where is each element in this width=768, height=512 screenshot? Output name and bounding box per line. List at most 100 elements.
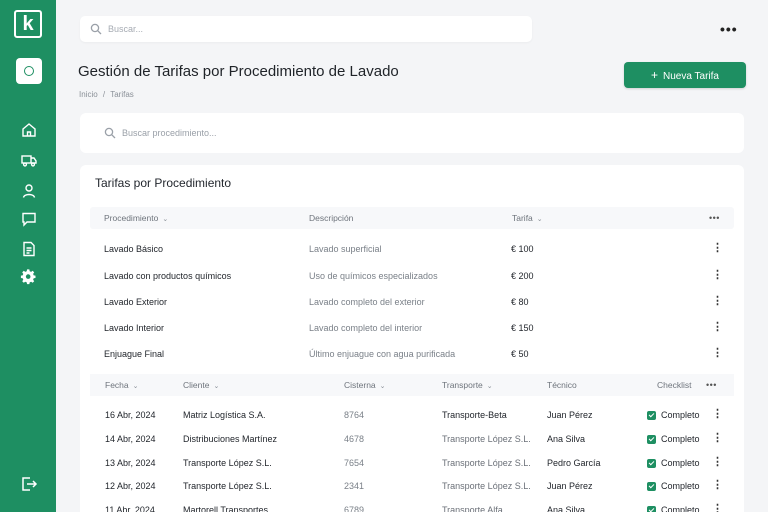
checklist-checkbox[interactable] bbox=[647, 435, 656, 444]
tariff-description: Lavado superficial bbox=[309, 244, 382, 254]
service-transport: Transporte López S.L. bbox=[442, 434, 531, 444]
tariff-description: Lavado completo del exterior bbox=[309, 297, 425, 307]
service-tank: 6789 bbox=[344, 505, 365, 512]
page-title: Gestión de Tarifas por Procedimiento de … bbox=[78, 63, 399, 80]
app-logo[interactable]: k bbox=[14, 10, 42, 38]
checklist-status: Completo bbox=[661, 458, 700, 468]
service-client: Transporte López S.L. bbox=[183, 481, 272, 491]
header-tank-label: Cisterna bbox=[344, 380, 376, 390]
service-client: Matriz Logística S.A. bbox=[183, 410, 266, 420]
service-tank: 8764 bbox=[344, 410, 365, 420]
row-menu-icon[interactable]: ⋮ bbox=[712, 348, 723, 359]
checklist-status: Completo bbox=[661, 505, 700, 512]
breadcrumb-current: Tarifas bbox=[110, 90, 134, 99]
table-options-icon[interactable]: ••• bbox=[706, 380, 717, 390]
service-date: 13 Abr, 2024 bbox=[105, 458, 156, 468]
checklist-checkbox[interactable] bbox=[647, 482, 656, 491]
checklist-status: Completo bbox=[661, 410, 700, 420]
card-title: Tarifas por Procedimiento bbox=[95, 176, 232, 190]
new-tariff-label: Nueva Tarifa bbox=[663, 71, 719, 82]
tariff-procedure: Lavado Exterior bbox=[104, 297, 168, 307]
checklist-checkbox[interactable] bbox=[647, 506, 656, 512]
home-icon[interactable] bbox=[20, 121, 38, 139]
avatar[interactable] bbox=[16, 58, 42, 84]
row-menu-icon[interactable]: ⋮ bbox=[712, 296, 723, 307]
header-procedure-label: Procedimiento bbox=[104, 213, 159, 223]
tariff-table-header bbox=[90, 207, 734, 229]
service-tank: 2341 bbox=[344, 481, 365, 491]
column-header-description: Descripción bbox=[309, 213, 354, 223]
tariff-description: Último enjuague con agua purificada bbox=[309, 349, 456, 359]
chat-icon[interactable] bbox=[20, 210, 38, 228]
checklist-status: Completo bbox=[661, 434, 700, 444]
tariff-value: € 50 bbox=[511, 349, 529, 359]
header-tariff-label: Tarifa bbox=[512, 213, 533, 223]
row-menu-icon[interactable]: ⋮ bbox=[712, 457, 723, 468]
chevron-down-icon: ⌄ bbox=[379, 383, 386, 390]
global-search[interactable] bbox=[80, 16, 532, 42]
user-icon[interactable] bbox=[20, 182, 38, 200]
tariff-procedure: Enjuague Final bbox=[104, 349, 165, 359]
logout-icon[interactable] bbox=[20, 475, 38, 493]
plus-icon: + bbox=[651, 68, 659, 82]
service-technician: Ana Silva bbox=[547, 434, 586, 444]
service-technician: Juan Pérez bbox=[547, 481, 593, 491]
service-technician: Ana Silva bbox=[547, 505, 586, 512]
service-tank: 4678 bbox=[344, 434, 365, 444]
row-menu-icon[interactable]: ⋮ bbox=[712, 409, 723, 420]
service-technician: Juan Pérez bbox=[547, 410, 593, 420]
column-header-transport[interactable]: Transporte ⌄ bbox=[442, 380, 493, 390]
column-header-tariff[interactable]: Tarifa ⌄ bbox=[512, 213, 543, 223]
global-search-input[interactable] bbox=[108, 20, 508, 38]
new-tariff-button[interactable]: + Nueva Tarifa bbox=[624, 62, 746, 88]
service-date: 11 Abr, 2024 bbox=[105, 505, 155, 512]
column-header-procedure[interactable]: Procedimiento ⌄ bbox=[104, 213, 168, 223]
truck-icon[interactable] bbox=[20, 151, 38, 169]
tariff-procedure: Lavado Interior bbox=[104, 323, 165, 333]
checklist-checkbox[interactable] bbox=[647, 459, 656, 468]
row-menu-icon[interactable]: ⋮ bbox=[712, 504, 723, 512]
chevron-down-icon: ⌄ bbox=[162, 216, 169, 223]
header-client-label: Cliente bbox=[183, 380, 210, 390]
service-transport: Transporte López S.L. bbox=[442, 458, 531, 468]
table-options-icon[interactable]: ••• bbox=[709, 213, 720, 223]
tariff-value: € 200 bbox=[511, 271, 534, 281]
tariff-value: € 150 bbox=[511, 323, 534, 333]
header-transport-label: Transporte bbox=[442, 380, 483, 390]
procedure-search[interactable] bbox=[80, 113, 744, 153]
row-menu-icon[interactable]: ⋮ bbox=[712, 433, 723, 444]
procedure-search-input[interactable] bbox=[122, 124, 622, 142]
row-menu-icon[interactable]: ⋮ bbox=[712, 270, 723, 281]
tariff-value: € 100 bbox=[511, 244, 534, 254]
column-header-client[interactable]: Cliente ⌄ bbox=[183, 380, 219, 390]
chevron-down-icon: ⌄ bbox=[213, 383, 220, 390]
tariff-procedure: Lavado Básico bbox=[104, 244, 164, 254]
row-menu-icon[interactable]: ⋮ bbox=[712, 480, 723, 491]
invoice-icon[interactable] bbox=[20, 240, 38, 258]
more-options-icon[interactable]: ••• bbox=[720, 22, 738, 36]
breadcrumb: Inicio / Tarifas bbox=[79, 90, 134, 99]
breadcrumb-separator: / bbox=[102, 90, 106, 99]
header-date-label: Fecha bbox=[105, 380, 129, 390]
row-menu-icon[interactable]: ⋮ bbox=[712, 243, 723, 254]
service-client: Martorell Transportes bbox=[183, 505, 269, 512]
column-header-date[interactable]: Fecha ⌄ bbox=[105, 380, 139, 390]
service-technician: Pedro García bbox=[547, 458, 601, 468]
column-header-tank[interactable]: Cisterna ⌄ bbox=[344, 380, 386, 390]
service-transport: Transporte Alfa bbox=[442, 505, 503, 512]
service-date: 12 Abr, 2024 bbox=[105, 481, 156, 491]
gear-icon[interactable] bbox=[20, 269, 38, 287]
breadcrumb-home[interactable]: Inicio bbox=[79, 90, 98, 99]
service-date: 14 Abr, 2024 bbox=[105, 434, 156, 444]
search-icon bbox=[104, 127, 116, 139]
service-client: Transporte López S.L. bbox=[183, 458, 272, 468]
row-menu-icon[interactable]: ⋮ bbox=[712, 322, 723, 333]
tariff-description: Uso de químicos especializados bbox=[309, 271, 438, 281]
tariff-value: € 80 bbox=[511, 297, 529, 307]
chevron-down-icon: ⌄ bbox=[536, 216, 543, 223]
sidebar: k bbox=[0, 0, 56, 512]
column-header-technician: Técnico bbox=[547, 380, 577, 390]
checklist-checkbox[interactable] bbox=[647, 411, 656, 420]
search-icon bbox=[90, 23, 102, 35]
tariffs-card: Tarifas por Procedimiento Procedimiento ⌄… bbox=[80, 165, 744, 512]
